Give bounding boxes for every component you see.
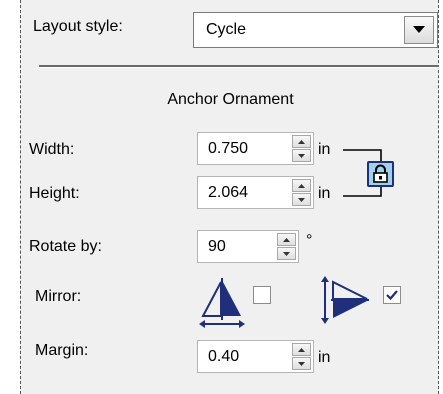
width-spinner[interactable]: 0.750 (197, 132, 314, 165)
margin-decrement-button[interactable] (292, 357, 311, 370)
height-spinner[interactable]: 2.064 (197, 176, 314, 209)
separator-highlight (39, 67, 439, 68)
mirror-horizontal-icon (199, 278, 245, 328)
mirror-horizontal-checkbox[interactable] (253, 286, 271, 304)
width-decrement-button[interactable] (292, 149, 311, 162)
margin-value: 0.40 (208, 348, 240, 365)
margin-spinner[interactable]: 0.40 (197, 340, 314, 373)
height-unit: in (318, 185, 331, 202)
width-increment-button[interactable] (292, 135, 311, 148)
dropdown-arrow-icon (413, 26, 425, 33)
mirror-vertical-checkbox[interactable] (383, 286, 401, 304)
properties-panel: Layout style: Cycle Anchor Ornament Widt… (20, 0, 439, 394)
rotate-label: Rotate by: (29, 238, 102, 255)
rotate-decrement-button[interactable] (277, 247, 296, 260)
layout-style-value: Cycle (206, 21, 247, 38)
mirror-vertical-icon (321, 276, 369, 324)
section-title: Anchor Ornament (167, 91, 294, 108)
layout-style-label: Layout style: (33, 18, 123, 35)
mirror-label: Mirror: (35, 288, 82, 305)
margin-increment-button[interactable] (292, 343, 311, 356)
margin-unit: in (318, 349, 331, 366)
margin-label: Margin: (35, 342, 89, 359)
height-value: 2.064 (208, 184, 249, 201)
height-label: Height: (29, 185, 80, 202)
checkmark-icon (386, 290, 398, 301)
height-decrement-button[interactable] (292, 193, 311, 206)
height-increment-button[interactable] (292, 179, 311, 192)
dropdown-button[interactable] (404, 16, 434, 44)
rotate-increment-button[interactable] (277, 233, 296, 246)
rotate-spinner[interactable]: 90 (197, 230, 299, 263)
layout-style-dropdown[interactable]: Cycle (193, 12, 438, 48)
width-value: 0.750 (208, 140, 249, 157)
width-unit: in (318, 141, 331, 158)
width-label: Width: (29, 141, 75, 158)
lock-icon[interactable] (367, 161, 394, 187)
rotate-unit: ° (306, 232, 313, 249)
rotate-value: 90 (208, 238, 226, 255)
